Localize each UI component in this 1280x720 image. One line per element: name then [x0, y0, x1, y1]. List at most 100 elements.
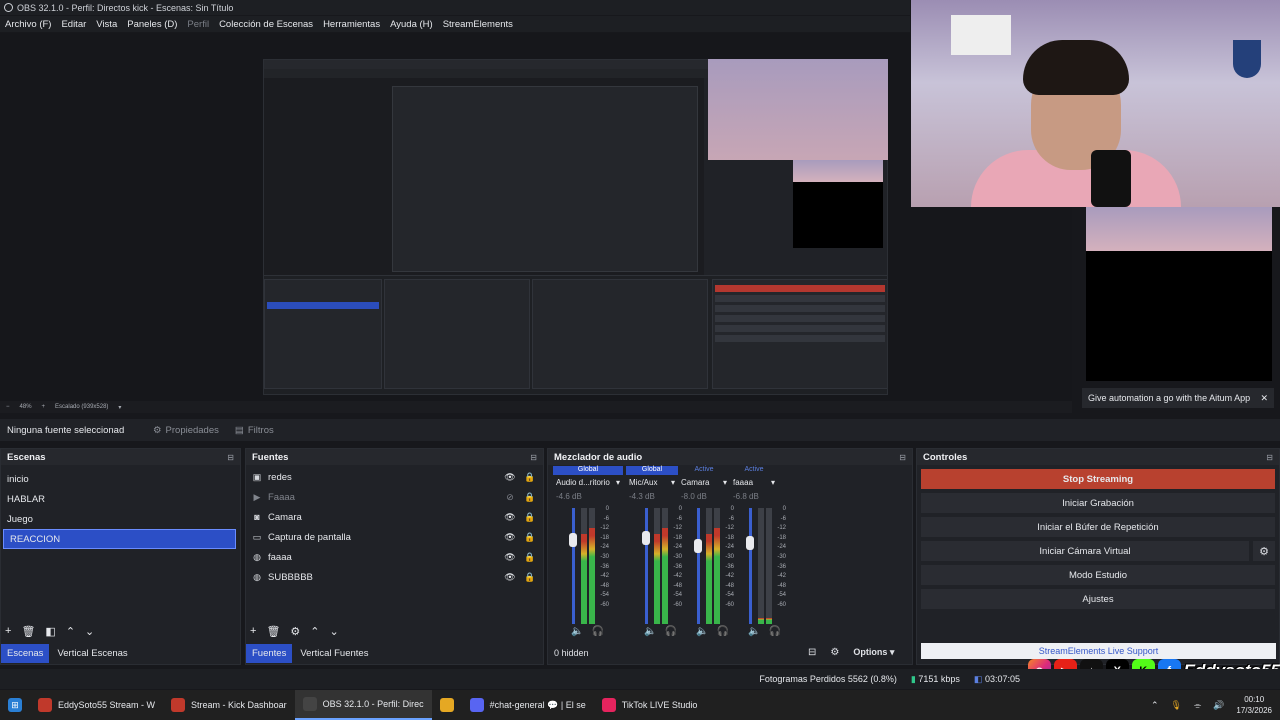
scaling-dropdown-icon[interactable]: ▾ — [118, 404, 121, 411]
volume-fader-knob[interactable] — [642, 531, 650, 546]
lock-icon[interactable]: 🔒 — [523, 532, 537, 543]
move-up-icon[interactable]: ⌃ — [310, 625, 319, 638]
tab-escenas[interactable]: Escenas — [1, 644, 50, 663]
channel-menu-icon[interactable]: ▾ — [671, 478, 675, 487]
channel-menu-icon[interactable]: ▾ — [723, 478, 727, 487]
taskbar-item[interactable]: Stream - Kick Dashboar — [163, 690, 295, 720]
properties-button[interactable]: ⚙ Propiedades — [145, 421, 227, 439]
menu-streamelements[interactable]: StreamElements — [438, 19, 518, 30]
source-settings-icon[interactable]: ⚙ — [290, 625, 300, 638]
channel-menu-icon[interactable]: ▾ — [771, 478, 775, 487]
add-scene-icon[interactable]: + — [5, 625, 11, 638]
menu-vista[interactable]: Vista — [91, 19, 122, 30]
monitor-headphones-icon[interactable]: 🎧 — [716, 626, 728, 637]
stop-streaming-button[interactable]: Stop Streaming — [921, 469, 1275, 489]
mute-speaker-icon[interactable]: 🔈 — [571, 626, 583, 637]
volume-fader[interactable] — [572, 508, 575, 624]
source-item[interactable]: ▶ Faaaa ⊘ 🔒 — [246, 487, 543, 507]
mute-speaker-icon[interactable]: 🔈 — [748, 626, 760, 637]
properties-toolbar: Ninguna fuente seleccionad ⚙ Propiedades… — [0, 419, 1280, 441]
zoom-out-button[interactable]: − — [6, 404, 10, 410]
visibility-eye-icon[interactable]: 👁 — [503, 512, 517, 523]
menu-herramientas[interactable]: Herramientas — [318, 19, 385, 30]
tab-fuentes[interactable]: Fuentes — [246, 644, 293, 663]
scene-item-inicio[interactable]: inicio — [1, 469, 240, 489]
visibility-eye-icon[interactable]: 👁 — [503, 472, 517, 483]
visibility-eye-icon[interactable]: 👁 — [503, 572, 517, 583]
taskbar-item[interactable]: TikTok LIVE Studio — [594, 690, 706, 720]
volume-fader-knob[interactable] — [694, 539, 702, 554]
volume-icon[interactable]: 🔊 — [1213, 700, 1224, 711]
options-button[interactable]: Options ▾ — [853, 647, 894, 658]
aitum-close-button[interactable]: ✕ — [1260, 393, 1268, 404]
volume-fader[interactable] — [749, 508, 752, 624]
source-item[interactable]: ◍ SUBBBBB 👁 🔒 — [246, 567, 543, 587]
monitor-headphones-icon[interactable]: 🎧 — [768, 626, 780, 637]
network-icon[interactable]: ⌯ — [1194, 700, 1201, 711]
monitor-headphones-icon[interactable]: 🎧 — [591, 626, 603, 637]
tab-vertical-escenas[interactable]: Vertical Escenas — [51, 644, 133, 663]
volume-fader-knob[interactable] — [569, 533, 577, 548]
source-item[interactable]: ◙ Camara 👁 🔒 — [246, 507, 543, 527]
mute-speaker-icon[interactable]: 🔈 — [696, 626, 708, 637]
move-up-icon[interactable]: ⌃ — [66, 625, 75, 638]
add-source-icon[interactable]: + — [250, 625, 256, 638]
menu-perfil[interactable]: Perfil — [182, 19, 214, 30]
tray-expand-icon[interactable]: ⌃ — [1151, 700, 1159, 711]
delete-scene-icon[interactable]: 🗑 — [21, 625, 35, 638]
lock-icon[interactable]: 🔒 — [523, 492, 537, 503]
visibility-eye-icon[interactable]: 👁 — [503, 532, 517, 543]
menu-ayuda[interactable]: Ayuda (H) — [385, 19, 438, 30]
filters-button[interactable]: ▤ Filtros — [227, 421, 282, 439]
tab-vertical-fuentes[interactable]: Vertical Fuentes — [294, 644, 374, 663]
undock-icon[interactable]: ⊟ — [899, 453, 906, 462]
lock-icon[interactable]: 🔒 — [523, 472, 537, 483]
taskbar-item[interactable] — [432, 690, 462, 720]
clock-time: 00:10 — [1244, 695, 1265, 704]
start-button[interactable]: ⊞ — [0, 690, 30, 720]
scene-item-reaccion[interactable]: REACCION — [3, 529, 236, 549]
volume-fader[interactable] — [697, 508, 700, 624]
source-item[interactable]: ◍ faaaa 👁 🔒 — [246, 547, 543, 567]
hidden-eye-icon[interactable]: ⊘ — [503, 492, 517, 503]
monitor-headphones-icon[interactable]: 🎧 — [664, 626, 676, 637]
virtual-camera-button[interactable]: Iniciar Cámara Virtual — [921, 541, 1249, 561]
menu-coleccion[interactable]: Colección de Escenas — [214, 19, 318, 30]
replay-buffer-button[interactable]: Iniciar el Búfer de Repetición — [921, 517, 1275, 537]
scene-filters-icon[interactable]: ◧ — [45, 625, 55, 638]
zoom-in-button[interactable]: + — [42, 404, 46, 410]
visibility-eye-icon[interactable]: 👁 — [503, 552, 517, 563]
clock[interactable]: 00:10 17/3/2026 — [1236, 694, 1272, 716]
lock-icon[interactable]: 🔒 — [523, 572, 537, 583]
lock-icon[interactable]: 🔒 — [523, 512, 537, 523]
menu-editar[interactable]: Editar — [56, 19, 91, 30]
volume-fader-knob[interactable] — [746, 535, 754, 550]
move-down-icon[interactable]: ⌄ — [85, 625, 94, 638]
scene-item-juego[interactable]: Juego — [1, 509, 240, 529]
undock-icon[interactable]: ⊟ — [1266, 453, 1273, 462]
mic-icon[interactable]: 🎙 — [1171, 700, 1182, 711]
move-down-icon[interactable]: ⌄ — [330, 625, 339, 638]
layout-toggle-icon[interactable]: ⊟ — [808, 647, 816, 658]
taskbar-item[interactable]: OBS 32.1.0 - Perfil: Direc — [294, 690, 432, 720]
virtual-camera-settings-icon[interactable]: ⚙ — [1253, 541, 1275, 561]
channel-menu-icon[interactable]: ▾ — [616, 478, 620, 487]
scene-item-hablar[interactable]: HABLAR — [1, 489, 240, 509]
taskbar-item[interactable]: #chat-general 💬 | El se — [462, 690, 594, 720]
taskbar-item[interactable]: EddySoto55 Stream - W — [30, 690, 163, 720]
source-item[interactable]: ▣ redes 👁 🔒 — [246, 467, 543, 487]
start-recording-button[interactable]: Iniciar Grabación — [921, 493, 1275, 513]
studio-mode-button[interactable]: Modo Estudio — [921, 565, 1275, 585]
menu-paneles[interactable]: Paneles (D) — [122, 19, 182, 30]
lock-icon[interactable]: 🔒 — [523, 552, 537, 563]
settings-button[interactable]: Ajustes — [921, 589, 1275, 609]
mixer-settings-icon[interactable]: ⚙ — [830, 647, 839, 658]
menu-archivo[interactable]: Archivo (F) — [0, 19, 56, 30]
volume-fader[interactable] — [645, 508, 648, 624]
mute-speaker-icon[interactable]: 🔈 — [644, 626, 656, 637]
delete-source-icon[interactable]: 🗑 — [266, 625, 280, 638]
source-item[interactable]: ▭ Captura de pantalla 👁 🔒 — [246, 527, 543, 547]
undock-icon[interactable]: ⊟ — [227, 453, 234, 462]
undock-icon[interactable]: ⊟ — [530, 453, 537, 462]
app-icon — [38, 698, 52, 712]
